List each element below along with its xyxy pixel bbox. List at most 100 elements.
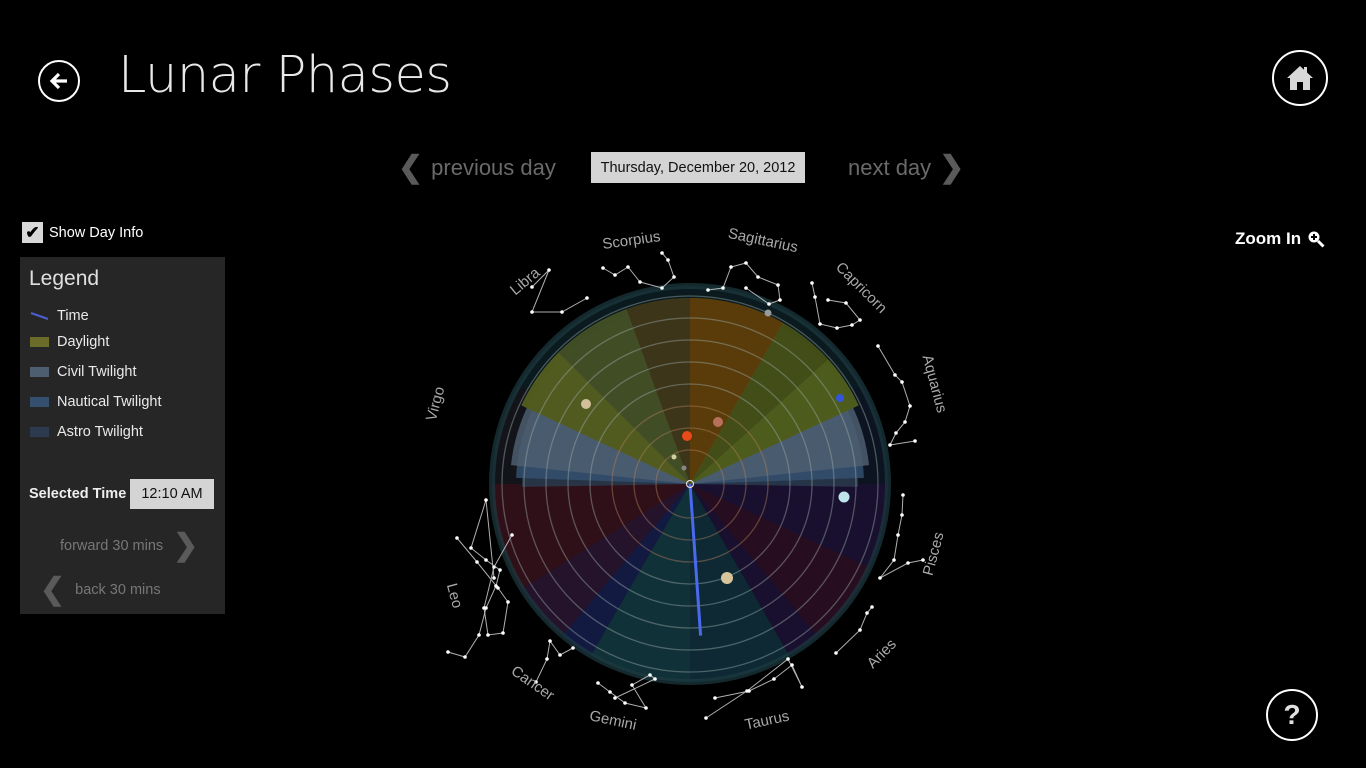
star xyxy=(498,568,502,572)
star xyxy=(484,606,488,610)
legend-panel: Legend Time Daylight Civil Twilight Naut… xyxy=(20,257,225,614)
star xyxy=(892,558,896,562)
star xyxy=(547,268,551,272)
star xyxy=(903,420,907,424)
chevron-right-icon: ❯ xyxy=(939,151,965,184)
star xyxy=(772,677,776,681)
star xyxy=(648,673,652,677)
star xyxy=(608,690,612,694)
star xyxy=(558,653,562,657)
previous-day-label: previous day xyxy=(431,155,556,180)
star xyxy=(813,295,817,299)
star xyxy=(660,286,664,290)
legend-item-daylight: Daylight xyxy=(30,334,109,350)
selected-time-field[interactable]: 12:10 AM xyxy=(130,479,214,509)
star xyxy=(767,302,771,306)
constellation-cancer xyxy=(534,639,575,684)
forward-30-mins-button[interactable]: forward 30 mins ❯ xyxy=(60,531,198,561)
star xyxy=(626,265,630,269)
star xyxy=(613,273,617,277)
constellation-label-sagittarius: Sagittarius xyxy=(727,225,800,256)
previous-day-button[interactable]: ❮ previous day xyxy=(398,153,556,183)
star xyxy=(900,513,904,517)
planet-pluto xyxy=(764,309,772,317)
legend-item-nautical-twilight: Nautical Twilight xyxy=(30,394,162,410)
star xyxy=(790,663,794,667)
star xyxy=(844,301,848,305)
star xyxy=(778,298,782,302)
constellation-line xyxy=(447,499,501,658)
constellation-label-leo: Leo xyxy=(443,582,466,611)
star xyxy=(744,286,748,290)
star xyxy=(706,288,710,292)
constellation-line xyxy=(456,534,513,636)
constellation-label-gemini: Gemini xyxy=(588,707,638,734)
star xyxy=(571,646,575,650)
star xyxy=(506,600,510,604)
star xyxy=(878,576,882,580)
star xyxy=(613,696,617,700)
legend-item-astro-twilight: Astro Twilight xyxy=(30,424,143,440)
sky-chart[interactable]: Scorpius Sagittarius Capricorn Aquarius Pisc… xyxy=(400,205,980,745)
star xyxy=(913,439,917,443)
planet-mars xyxy=(713,417,723,427)
star xyxy=(826,298,830,302)
star xyxy=(776,283,780,287)
star xyxy=(800,685,804,689)
home-button[interactable] xyxy=(1272,50,1328,106)
star xyxy=(908,404,912,408)
chevron-left-icon: ❮ xyxy=(398,151,424,184)
astro-twilight-swatch xyxy=(30,427,49,437)
planet-neptune xyxy=(836,394,844,402)
star xyxy=(666,258,670,262)
star xyxy=(713,696,717,700)
star xyxy=(477,633,481,637)
star xyxy=(653,677,657,681)
nautical-twilight-swatch xyxy=(30,397,49,407)
star xyxy=(455,536,459,540)
selected-time-label: Selected Time xyxy=(29,486,127,502)
constellation-scorpius xyxy=(601,251,676,290)
planet-saturn xyxy=(581,399,591,409)
help-button[interactable]: ? xyxy=(1266,689,1318,741)
constellation-label-aquarius: Aquarius xyxy=(918,353,950,415)
star xyxy=(530,310,534,314)
star xyxy=(744,261,748,265)
legend-item-civil-twilight: Civil Twilight xyxy=(30,364,137,380)
star xyxy=(486,633,490,637)
zoom-in-button[interactable]: Zoom In xyxy=(1235,229,1325,249)
constellation-label-aries: Aries xyxy=(864,636,900,672)
arrow-left-icon xyxy=(49,72,67,90)
star xyxy=(901,493,905,497)
constellation-label-pisces: Pisces xyxy=(920,530,948,577)
star xyxy=(900,380,904,384)
show-day-info-checkbox[interactable]: ✔ Show Day Info xyxy=(22,222,143,243)
planet-sun xyxy=(682,431,692,441)
star xyxy=(596,681,600,685)
planet-jupiter xyxy=(721,572,733,584)
star xyxy=(446,650,450,654)
star xyxy=(834,651,838,655)
star xyxy=(484,498,488,502)
time-line-icon xyxy=(30,312,49,320)
date-display[interactable]: Thursday, December 20, 2012 xyxy=(591,152,805,183)
star xyxy=(893,373,897,377)
star xyxy=(729,265,733,269)
star xyxy=(623,701,627,705)
back-30-mins-button[interactable]: ❮ back 30 mins xyxy=(40,575,161,605)
planet-venus xyxy=(681,465,687,471)
back-button[interactable] xyxy=(38,60,80,102)
next-day-button[interactable]: next day ❯ xyxy=(848,153,964,183)
star xyxy=(858,318,862,322)
star xyxy=(638,280,642,284)
show-day-info-label: Show Day Info xyxy=(49,224,144,241)
star xyxy=(858,628,862,632)
next-day-label: next day xyxy=(848,155,932,180)
star xyxy=(786,657,790,661)
star xyxy=(492,576,496,580)
star xyxy=(630,683,634,687)
star xyxy=(896,533,900,537)
star xyxy=(888,443,892,447)
planet-mercury xyxy=(671,454,677,460)
star xyxy=(870,605,874,609)
